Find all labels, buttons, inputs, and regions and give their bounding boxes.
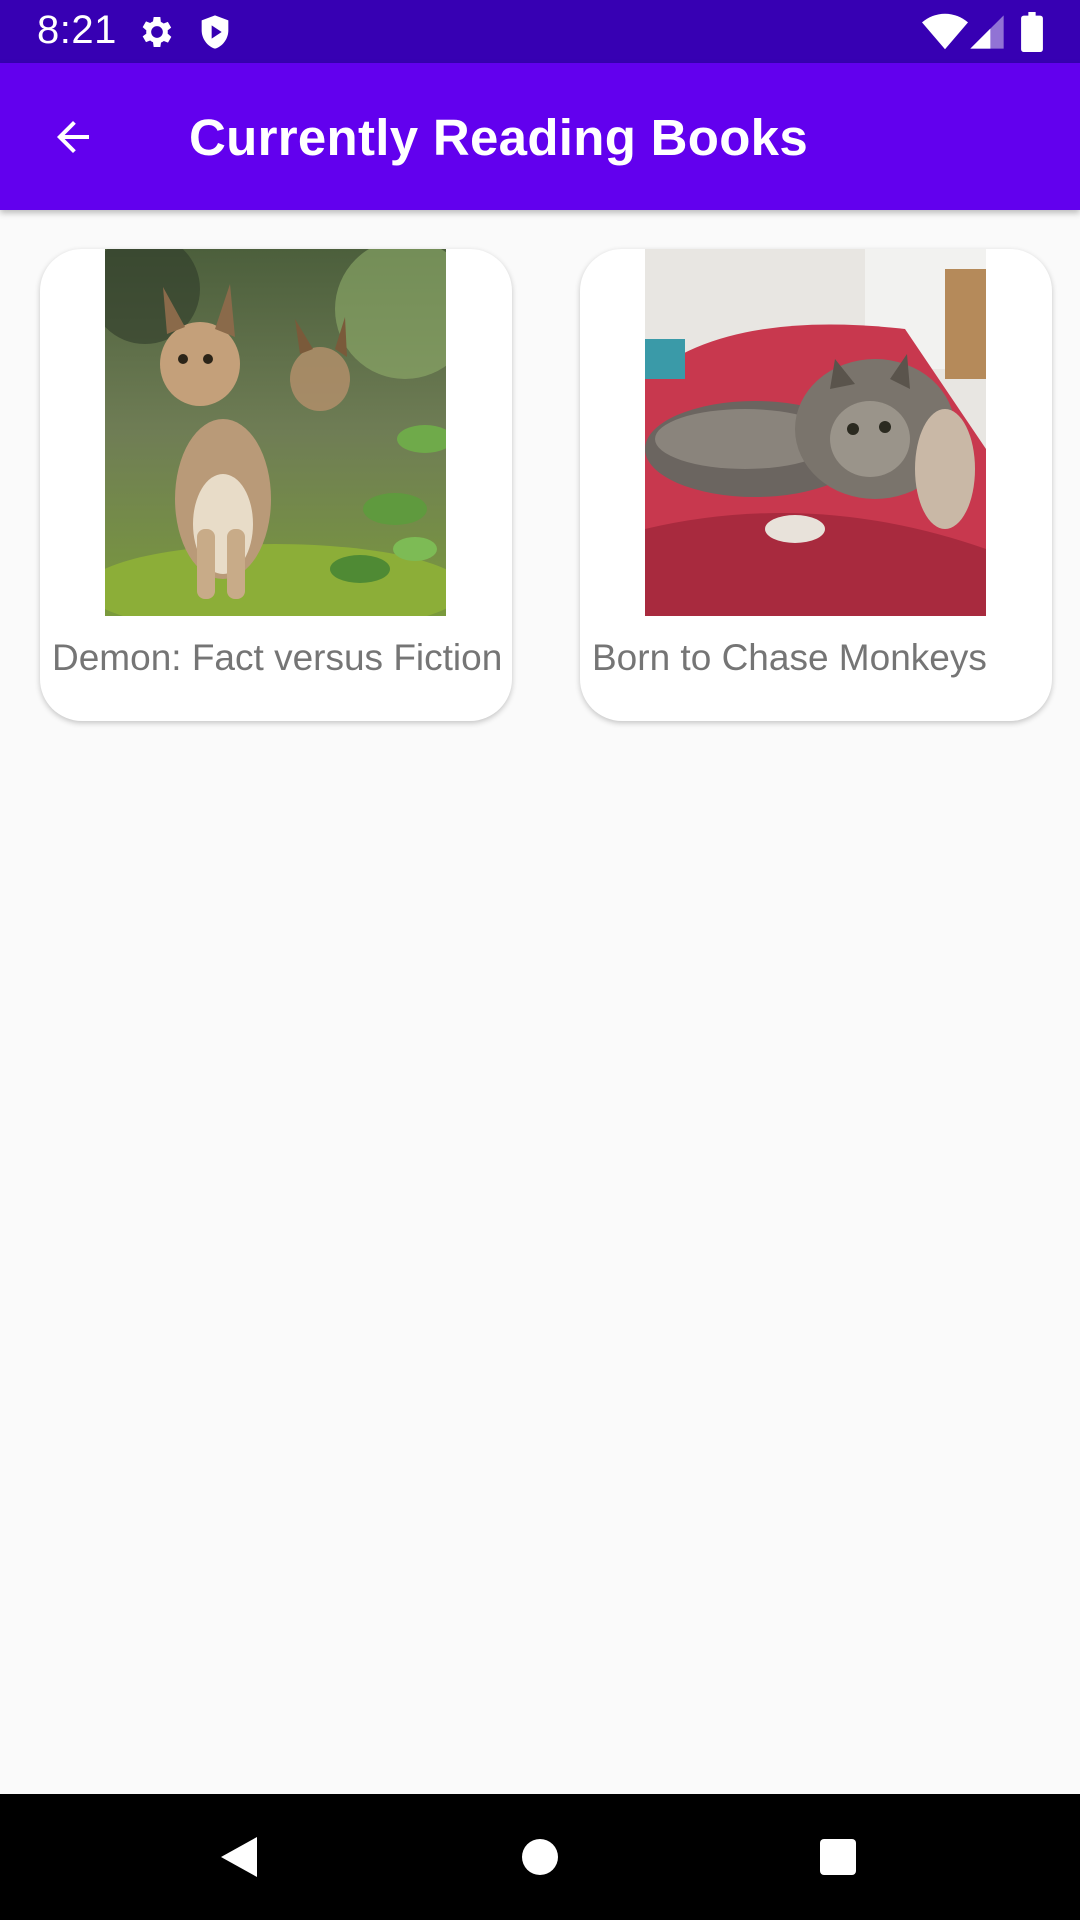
navigation-bar xyxy=(0,1794,1080,1920)
status-bar: 8:21 xyxy=(0,0,1080,63)
battery-icon xyxy=(1020,12,1044,52)
shield-play-icon xyxy=(195,12,235,52)
book-card[interactable]: Demon: Fact versus Fiction xyxy=(40,249,512,721)
app-bar: Currently Reading Books xyxy=(0,63,1080,210)
signal-icon xyxy=(970,12,1004,52)
book-card[interactable]: Born to Chase Monkeys xyxy=(580,249,1052,721)
nav-back-button[interactable] xyxy=(176,1794,302,1920)
settings-icon xyxy=(137,12,177,52)
back-triangle-icon xyxy=(221,1837,257,1877)
recents-square-icon xyxy=(820,1839,856,1875)
nav-recents-button[interactable] xyxy=(775,1794,901,1920)
back-button[interactable] xyxy=(38,102,108,172)
wifi-icon xyxy=(922,12,968,52)
book-cover-image xyxy=(645,249,986,616)
page-title: Currently Reading Books xyxy=(189,109,808,166)
arrow-back-icon xyxy=(57,121,89,153)
book-title: Demon: Fact versus Fiction xyxy=(52,637,503,678)
book-title: Born to Chase Monkeys xyxy=(592,637,987,678)
home-circle-icon xyxy=(522,1839,558,1875)
book-cover-image xyxy=(85,249,475,634)
book-grid: Demon: Fact versus Fiction Born to Chase… xyxy=(0,210,1080,1794)
nav-home-button[interactable] xyxy=(477,1794,603,1920)
status-time: 8:21 xyxy=(37,8,117,52)
